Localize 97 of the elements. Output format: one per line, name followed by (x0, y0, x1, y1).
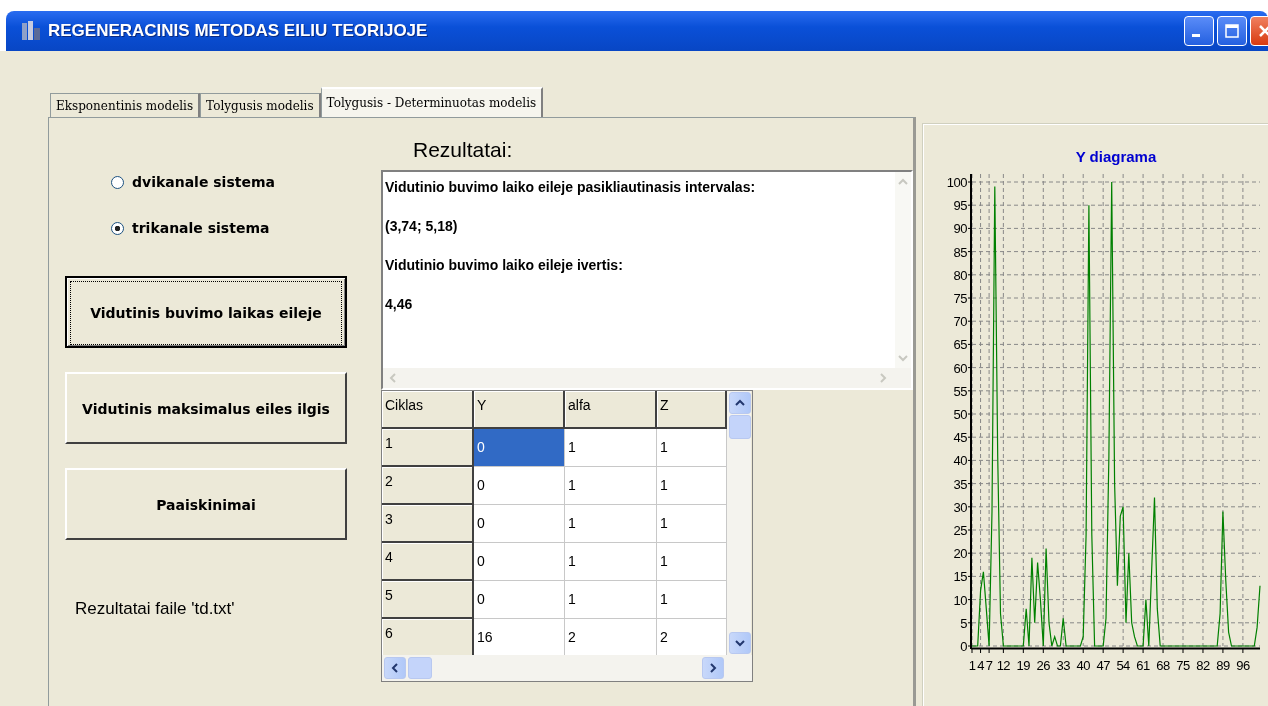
tab[interactable]: Tolygusis - Determinuotas modelis (320, 87, 544, 117)
results-heading: Rezultatai: (413, 138, 514, 163)
column-header[interactable]: Z (657, 391, 727, 429)
y-tick-label: 60 (953, 360, 967, 376)
y-tick-label: 75 (953, 291, 967, 306)
scroll-thumb[interactable] (729, 415, 751, 439)
y-tick-label: 45 (953, 430, 967, 446)
table-cell[interactable]: 0 (474, 429, 565, 467)
building-icon (20, 19, 42, 42)
action-button[interactable]: Paaiskinimai (65, 468, 347, 540)
y-tick-label: 95 (953, 198, 967, 214)
row-header[interactable]: 6 (382, 619, 474, 655)
tab[interactable]: Eksponentinis modelis (50, 93, 201, 117)
y-tick-label: 50 (953, 407, 967, 422)
x-tick-label: 1 (968, 658, 976, 673)
x-tick-label: 89 (1216, 658, 1230, 673)
minimize-button[interactable] (1184, 15, 1214, 46)
y-tick-label: 55 (953, 383, 967, 399)
action-button[interactable]: Vidutinis buvimo laikas eileje (65, 276, 347, 348)
y-tick-label: 90 (953, 221, 967, 237)
row-header[interactable]: 3 (382, 505, 474, 543)
table-cell[interactable]: 16 (474, 619, 565, 655)
y-tick-label: 70 (953, 314, 967, 330)
table-cell[interactable]: 1 (657, 543, 727, 581)
table-cell[interactable]: 2 (565, 619, 657, 655)
table-cell[interactable]: 1 (565, 505, 657, 543)
x-tick-label: 75 (1176, 658, 1190, 673)
x-tick-label: 61 (1136, 658, 1150, 673)
minimize-icon (1192, 34, 1200, 38)
result-line: 4,46 (385, 295, 414, 314)
scroll-left-button[interactable] (384, 657, 406, 679)
x-tick-label: 68 (1156, 658, 1170, 673)
result-line: Vidutinio buvimo laiko eileje pasikliautinasis intervalas: (385, 178, 757, 197)
y-tick-label: 80 (953, 267, 967, 283)
row-header[interactable]: 2 (382, 467, 474, 505)
result-line: (3,74; 5,18) (385, 217, 459, 236)
column-header[interactable]: Y (474, 391, 565, 429)
x-tick-label: 7 (985, 658, 993, 673)
y-tick-label: 35 (953, 476, 967, 492)
result-line: Vidutinio buvimo laiko eileje ivertis: (385, 256, 624, 275)
table-cell[interactable]: 1 (657, 429, 727, 467)
y-tick-label: 65 (953, 337, 967, 353)
y-tick-label: 30 (953, 499, 967, 515)
table-cell[interactable]: 0 (474, 467, 565, 505)
x-tick-label: 82 (1196, 658, 1210, 673)
scroll-thumb[interactable] (408, 657, 432, 679)
scroll-up-button[interactable] (729, 392, 751, 414)
close-icon (1257, 22, 1268, 39)
file-note: Rezultatai faile 'td.txt' (75, 599, 236, 619)
table-cell[interactable]: 1 (657, 581, 727, 619)
y-tick-label: 0 (960, 639, 967, 654)
y-tick-label: 40 (953, 453, 967, 469)
maximize-button[interactable] (1217, 15, 1247, 46)
y-tick-label: 5 (960, 615, 967, 631)
table-cell[interactable]: 1 (565, 429, 657, 467)
scroll-down-button[interactable] (729, 632, 751, 654)
x-tick-label: 54 (1116, 658, 1130, 673)
caret-down-icon (735, 639, 745, 647)
radio-option[interactable]: trikanale sistema (111, 220, 347, 236)
caret-up-icon (735, 399, 745, 407)
y-tick-label: 10 (953, 592, 967, 608)
x-tick-label: 33 (1056, 658, 1070, 673)
y-tick-label: 85 (953, 244, 967, 260)
tab[interactable]: Tolygusis modelis (200, 93, 321, 117)
x-tick-label: 26 (1036, 658, 1050, 673)
x-tick-label: 47 (1096, 658, 1110, 673)
action-button[interactable]: Vidutinis maksimalus eiles ilgis (65, 372, 347, 444)
table-cell[interactable]: 2 (657, 619, 727, 655)
table-cell[interactable]: 1 (657, 467, 727, 505)
y-tick-label: 15 (953, 569, 967, 585)
row-header[interactable]: 5 (382, 581, 474, 619)
caret-left-icon (391, 663, 399, 673)
y-tick-label: 20 (953, 546, 967, 562)
caret-right-icon (709, 663, 717, 673)
table-cell[interactable]: 1 (565, 543, 657, 581)
table-cell[interactable]: 1 (565, 581, 657, 619)
x-tick-label: 96 (1236, 658, 1250, 673)
x-tick-label: 40 (1076, 658, 1090, 673)
table-cell[interactable]: 0 (474, 505, 565, 543)
window-title: REGENERACINIS METODAS EILIU TEORIJOJE (48, 20, 429, 41)
x-tick-label: 12 (996, 658, 1011, 673)
table-cell[interactable]: 1 (565, 467, 657, 505)
y-tick-label: 25 (953, 523, 967, 538)
table-cell[interactable]: 0 (474, 581, 565, 619)
chart-title: Y diagrama (1075, 148, 1157, 165)
x-tick-label: 19 (1016, 658, 1031, 673)
table-cell[interactable]: 0 (474, 543, 565, 581)
column-header[interactable]: alfa (565, 391, 657, 429)
row-header[interactable]: 1 (382, 429, 474, 467)
radio-option[interactable]: dvikanale sistema (111, 174, 347, 190)
row-header[interactable]: 4 (382, 543, 474, 581)
y-tick-label: 100 (946, 175, 967, 190)
x-tick-label: 4 (977, 658, 984, 673)
maximize-icon (1224, 22, 1240, 39)
column-header[interactable]: Ciklas (382, 391, 474, 429)
table-cell[interactable]: 1 (657, 505, 727, 543)
scroll-right-button[interactable] (702, 657, 724, 679)
